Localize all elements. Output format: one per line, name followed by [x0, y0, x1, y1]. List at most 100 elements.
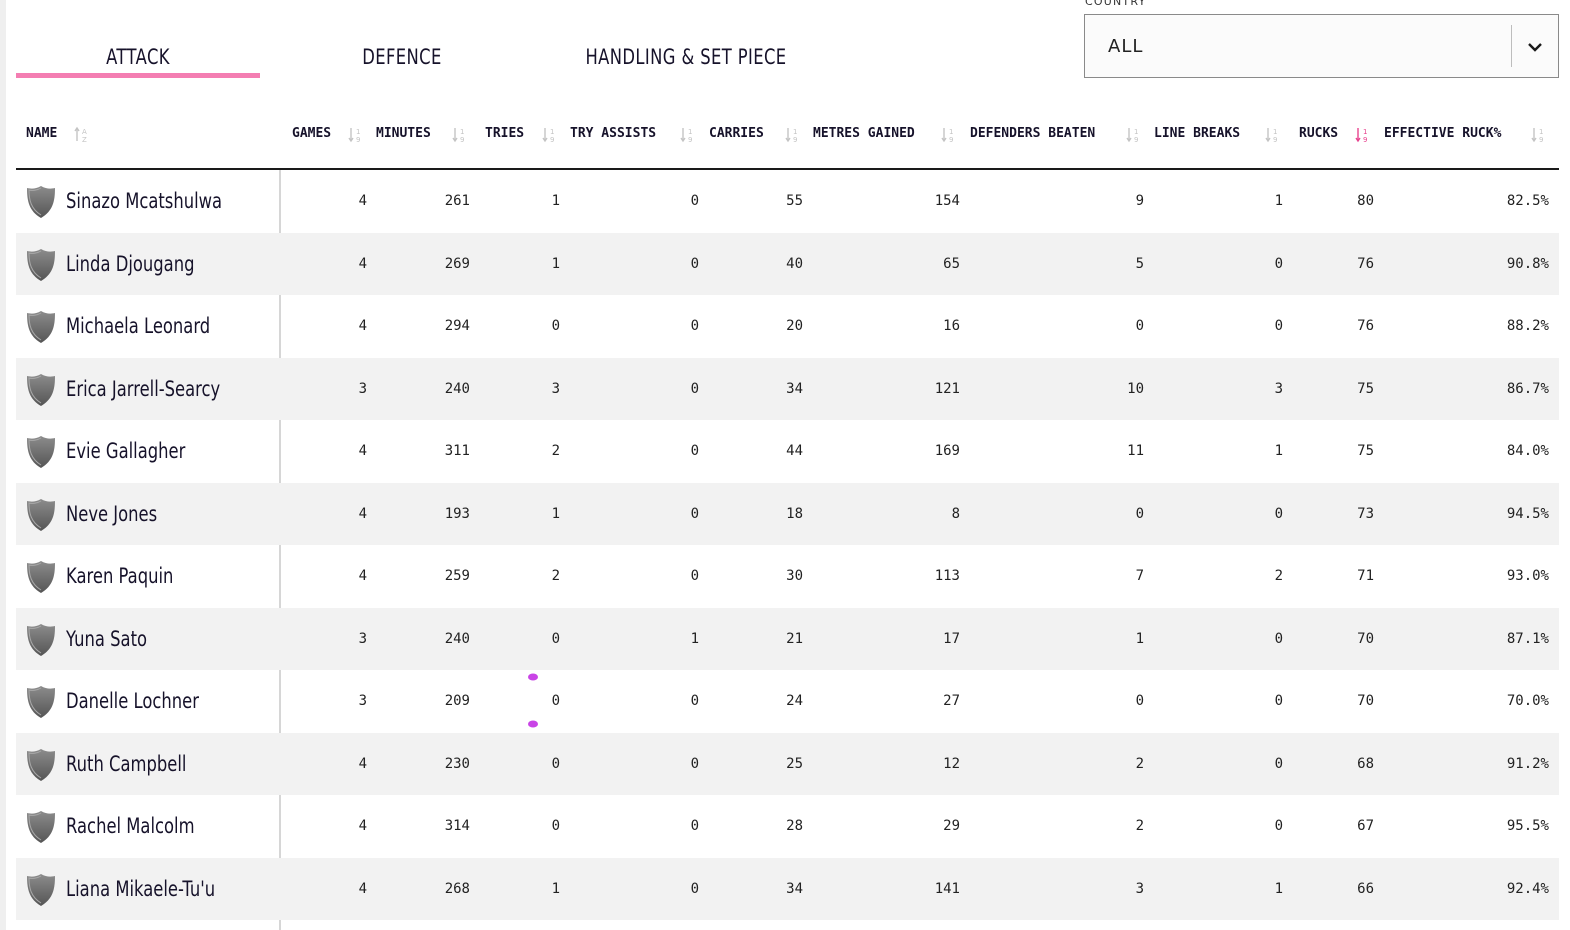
- cell-minutes: 240: [444, 630, 470, 647]
- cell-carries: 40: [786, 255, 803, 272]
- table-row[interactable]: Rachel Malcolm 4 314 0 0 28 29 2 0 67 95.5%: [16, 795, 1559, 858]
- sort-icon[interactable]: 19: [785, 126, 801, 144]
- svg-text:9: 9: [688, 136, 692, 144]
- svg-text:Z: Z: [82, 136, 87, 144]
- chevron-down-icon[interactable]: [1524, 37, 1546, 57]
- cell-effective-ruck: 84.0%: [1506, 443, 1549, 459]
- player-name[interactable]: Neve Jones: [66, 483, 157, 545]
- column-header-name[interactable]: NAME: [26, 106, 57, 168]
- column-header-metres-gained[interactable]: METRES GAINED: [813, 106, 915, 168]
- cell-carries: 28: [786, 818, 803, 834]
- cell-effective-ruck: 92.4%: [1506, 880, 1549, 897]
- cell-tries: 0: [551, 318, 560, 334]
- cell-defenders-beaten: 0: [1135, 318, 1144, 334]
- cell-games: 4: [358, 193, 367, 209]
- sort-icon[interactable]: 19: [452, 126, 468, 144]
- table-row[interactable]: Yuna Sato 3 240 0 1 21 17 1 0 70 87.1%: [16, 607, 1559, 670]
- cell-line-breaks: 0: [1274, 755, 1283, 772]
- column-header-effective-ruck[interactable]: EFFECTIVE RUCK%: [1384, 106, 1501, 168]
- team-shield-icon: [27, 561, 55, 593]
- table-row[interactable]: Michaela Leonard 4 294 0 0 20 16 0 0 76 88.2%: [16, 295, 1559, 358]
- player-name[interactable]: Linda Djougang: [66, 233, 194, 295]
- player-name[interactable]: Yuna Sato: [66, 608, 147, 670]
- cell-games: 4: [358, 255, 367, 272]
- column-header-tries[interactable]: TRIES: [485, 106, 524, 168]
- sort-icon[interactable]: 19: [1126, 126, 1142, 144]
- cell-games: 3: [358, 693, 367, 709]
- team-shield-icon: [27, 686, 55, 718]
- table-row[interactable]: Ruth Campbell 4 230 0 0 25 12 2 0 68 91.2%: [16, 732, 1559, 796]
- select-divider: [1511, 25, 1512, 67]
- player-name[interactable]: Evie Gallagher: [66, 420, 185, 482]
- column-header-rucks[interactable]: RUCKS: [1299, 106, 1338, 168]
- cell-rucks: 75: [1357, 380, 1374, 397]
- cell-carries: 25: [786, 755, 803, 772]
- player-name[interactable]: Danelle Lochner: [66, 670, 199, 732]
- table-row[interactable]: Danelle Lochner 3 209 0 0 24 27 0 0 70 70.0%: [16, 670, 1559, 733]
- sort-icon[interactable]: 19: [1265, 126, 1281, 144]
- sort-icon[interactable]: AZ: [74, 126, 90, 144]
- cell-minutes: 259: [444, 568, 470, 584]
- cell-metres-gained: 113: [934, 568, 960, 584]
- team-shield-icon: [27, 373, 55, 406]
- country-select[interactable]: ALL: [1084, 14, 1559, 78]
- cell-carries: 21: [786, 630, 803, 647]
- player-name-cell: Ruth Campbell: [16, 733, 280, 796]
- sort-icon[interactable]: 19: [680, 126, 696, 144]
- svg-text:9: 9: [1134, 136, 1138, 144]
- player-name[interactable]: Ruth Campbell: [66, 733, 186, 795]
- player-name[interactable]: Erica Jarrell-Searcy: [66, 358, 220, 420]
- cell-minutes: 294: [444, 318, 470, 334]
- cell-defenders-beaten: 9: [1135, 193, 1144, 209]
- column-header-minutes[interactable]: MINUTES: [376, 106, 431, 168]
- cell-games: 4: [358, 818, 367, 834]
- sort-icon[interactable]: 19: [1355, 126, 1371, 144]
- table-row[interactable]: Linda Djougang 4 269 1 0 40 65 5 0 76 90.8%: [16, 232, 1559, 295]
- cell-effective-ruck: 82.5%: [1506, 193, 1549, 209]
- tab-handling-set-piece[interactable]: HANDLING & SET PIECE: [569, 36, 803, 80]
- player-name[interactable]: Liana Mikaele-Tu'u: [66, 858, 215, 920]
- cell-defenders-beaten: 1: [1135, 630, 1144, 647]
- table-row[interactable]: Evie Gallagher 4 311 2 0 44 169 11 1 75 84.0%: [16, 420, 1559, 483]
- cell-minutes: 230: [444, 755, 470, 772]
- cell-metres-gained: 8: [951, 505, 960, 522]
- table-row[interactable]: Liana Mikaele-Tu'u 4 268 1 0 34 141 3 1 66 92.4%: [16, 857, 1559, 920]
- cell-metres-gained: 141: [934, 880, 960, 897]
- player-name[interactable]: Michaela Leonard: [66, 295, 210, 357]
- column-header-carries[interactable]: CARRIES: [709, 106, 764, 168]
- player-name[interactable]: Rachel Malcolm: [66, 795, 195, 857]
- cell-defenders-beaten: 2: [1135, 818, 1144, 834]
- cell-effective-ruck: 93.0%: [1506, 568, 1549, 584]
- svg-text:1: 1: [1273, 128, 1277, 136]
- tab-defence[interactable]: DEFENCE: [332, 36, 472, 80]
- table-row[interactable]: Sinazo Mcatshulwa 4 261 1 0 55 154 9 1 80 82.5%: [16, 170, 1559, 233]
- player-name-cell: Neve Jones: [16, 483, 280, 546]
- column-header-defenders-beaten[interactable]: DEFENDERS BEATEN: [970, 106, 1095, 168]
- cell-defenders-beaten: 0: [1135, 693, 1144, 709]
- svg-text:1: 1: [1363, 128, 1367, 136]
- player-name[interactable]: Karen Paquin: [66, 545, 173, 607]
- cell-effective-ruck: 91.2%: [1506, 755, 1549, 772]
- cell-minutes: 240: [444, 380, 470, 397]
- cell-rucks: 75: [1357, 443, 1374, 459]
- player-name[interactable]: Sinazo Mcatshulwa: [66, 170, 222, 232]
- cell-try-assists: 0: [690, 818, 699, 834]
- sort-icon[interactable]: 19: [1531, 126, 1547, 144]
- table-row[interactable]: Karen Paquin 4 259 2 0 30 113 7 2 71 93.0%: [16, 545, 1559, 608]
- column-header-try-assists[interactable]: TRY ASSISTS: [570, 106, 656, 168]
- column-header-games[interactable]: GAMES: [292, 106, 331, 168]
- player-name-cell: Erica Jarrell-Searcy: [16, 358, 280, 421]
- svg-text:9: 9: [1363, 136, 1367, 144]
- table-row[interactable]: Neve Jones 4 193 1 0 18 8 0 0 73 94.5%: [16, 482, 1559, 546]
- sort-icon[interactable]: 19: [542, 126, 558, 144]
- cell-rucks: 67: [1357, 818, 1374, 834]
- column-header-line-breaks[interactable]: LINE BREAKS: [1154, 106, 1240, 168]
- sort-icon[interactable]: 19: [941, 126, 957, 144]
- cell-try-assists: 1: [690, 630, 699, 647]
- svg-text:9: 9: [550, 136, 554, 144]
- cell-carries: 20: [786, 318, 803, 334]
- cell-tries: 2: [551, 443, 560, 459]
- sort-icon[interactable]: 19: [348, 126, 364, 144]
- cell-games: 4: [358, 318, 367, 334]
- table-row[interactable]: Erica Jarrell-Searcy 3 240 3 0 34 121 10 3 75 86.7…: [16, 357, 1559, 421]
